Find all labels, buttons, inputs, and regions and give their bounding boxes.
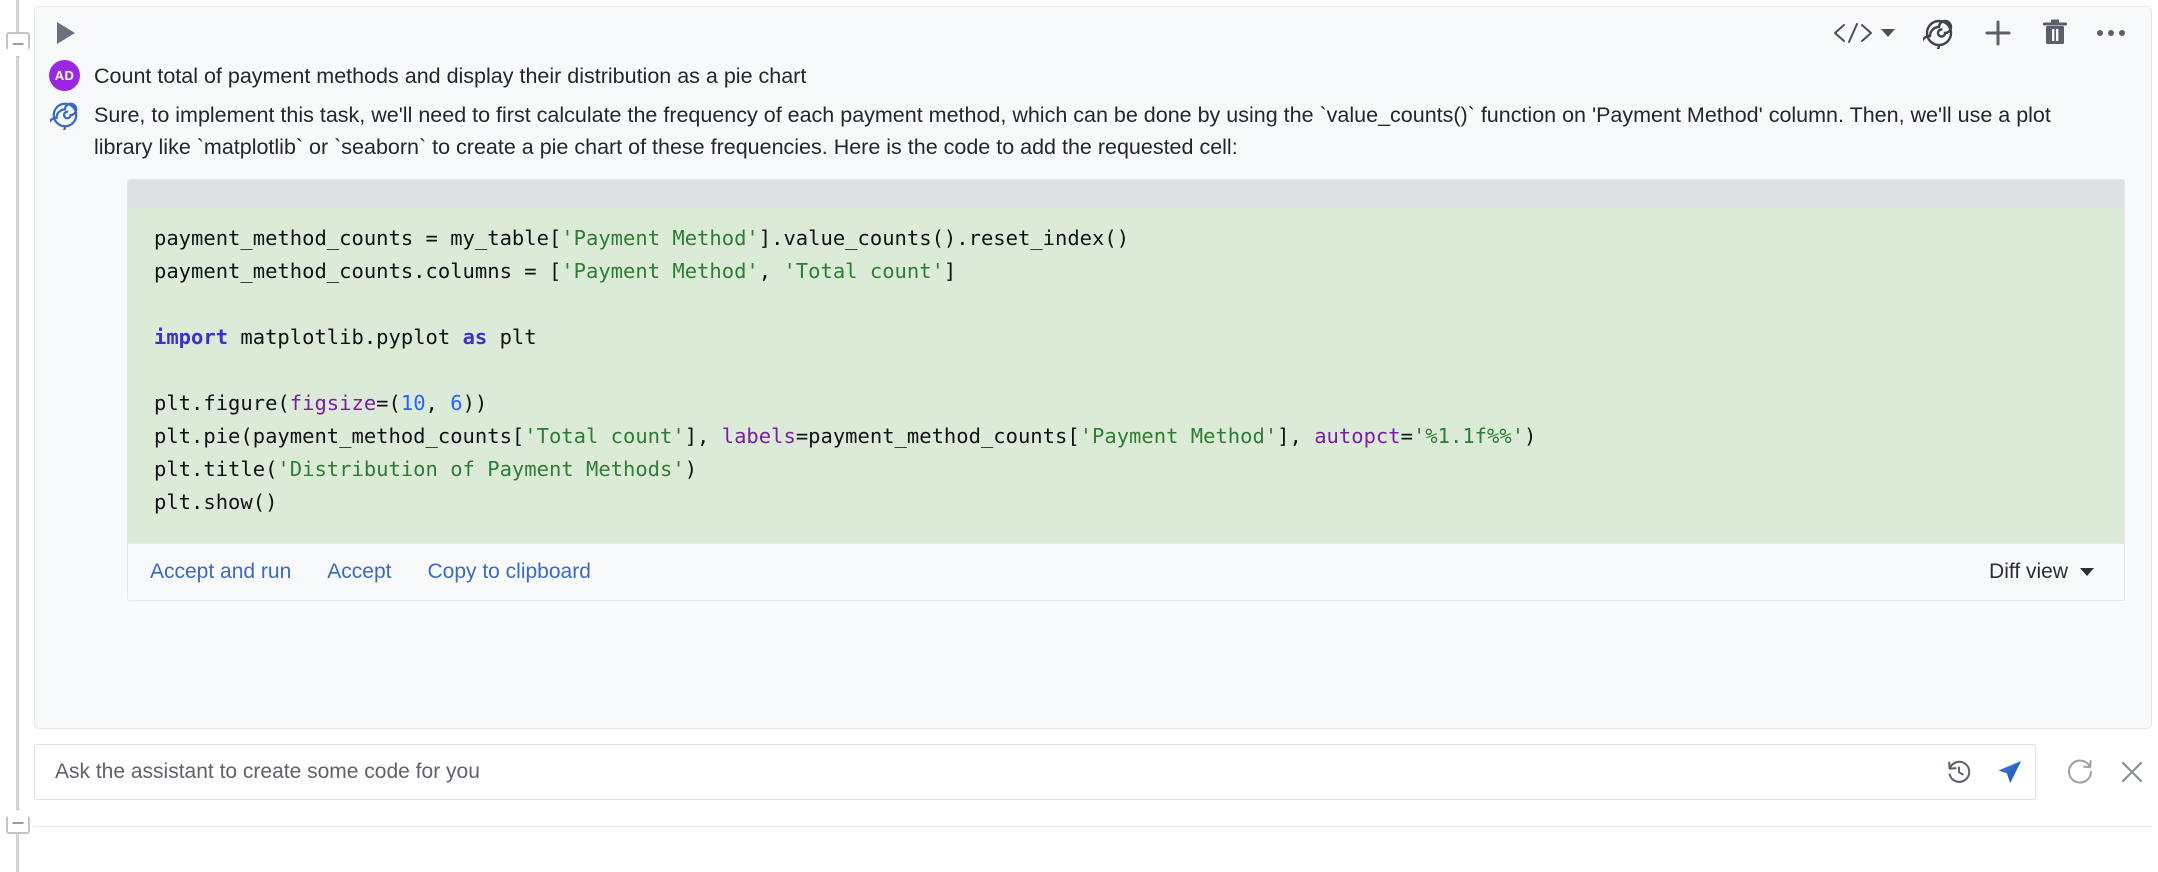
refresh-icon (2066, 757, 2096, 787)
copy-to-clipboard-button[interactable]: Copy to clipboard (427, 560, 590, 584)
conversation: AD Count total of payment methods and di… (35, 59, 2151, 163)
cell-toolbar (35, 7, 2151, 59)
collapse-marker-bottom[interactable] (6, 808, 30, 834)
left-gutter (0, 0, 34, 872)
prompt-side-actions (2036, 757, 2152, 787)
minus-icon (13, 822, 24, 824)
close-button[interactable] (2118, 758, 2146, 786)
prompt-input[interactable] (53, 759, 1931, 785)
history-icon (1945, 758, 1973, 786)
message-user: AD Count total of payment methods and di… (49, 59, 2125, 92)
prompt-input-container[interactable] (34, 744, 2036, 800)
code-actions: Accept and run Accept Copy to clipboard (128, 560, 591, 584)
diff-context-band (128, 180, 2124, 208)
suggested-code-card: payment_method_counts = my_table['Paymen… (127, 179, 2125, 601)
run-cell-button[interactable] (49, 16, 83, 50)
code-tag-icon (1832, 21, 1895, 45)
diff-view-dropdown[interactable]: Diff view (1989, 560, 2104, 584)
code-card-footer: Accept and run Accept Copy to clipboard … (128, 543, 2124, 600)
accept-and-run-button[interactable]: Accept and run (150, 560, 291, 584)
prompt-action-group (1931, 758, 2023, 786)
delete-cell-button[interactable] (2041, 18, 2069, 48)
plus-icon (1983, 18, 2013, 48)
minus-icon (13, 43, 24, 45)
history-button[interactable] (1945, 758, 1973, 786)
chevron-down-icon (2080, 568, 2094, 576)
jupyternaut-button[interactable] (1923, 17, 1955, 49)
code-format-dropdown[interactable] (1832, 21, 1895, 45)
more-options-button[interactable] (2097, 30, 2125, 36)
send-button[interactable] (1995, 758, 2023, 786)
toolbar-right-group (1832, 17, 2125, 49)
jupyternaut-spiral-icon (50, 100, 80, 130)
prompt-bar (34, 742, 2152, 802)
message-assistant: Sure, to implement this task, we'll need… (49, 98, 2125, 163)
user-message-text: Count total of payment methods and displ… (94, 59, 806, 92)
chevron-down-icon (1881, 29, 1895, 37)
avatar (49, 99, 80, 130)
gutter-rule (16, 0, 19, 872)
jupyternaut-spiral-icon (1923, 17, 1955, 49)
avatar: AD (49, 60, 80, 91)
play-icon (56, 21, 76, 45)
trash-icon (2041, 18, 2069, 48)
diff-view-label: Diff view (1989, 560, 2068, 584)
add-cell-button[interactable] (1983, 18, 2013, 48)
collapse-marker-top[interactable] (6, 32, 30, 58)
angle-brackets-icon (1832, 21, 1874, 45)
accept-button[interactable]: Accept (327, 560, 391, 584)
assistant-panel: AD Count total of payment methods and di… (34, 6, 2152, 729)
bottom-divider (34, 826, 2152, 827)
code-diff-added: payment_method_counts = my_table['Paymen… (128, 208, 2124, 543)
code-content[interactable]: payment_method_counts = my_table['Paymen… (128, 222, 2124, 519)
send-icon (1995, 758, 2023, 786)
refresh-button[interactable] (2066, 757, 2096, 787)
assistant-message-text: Sure, to implement this task, we'll need… (94, 98, 2114, 163)
ellipsis-icon (2097, 30, 2125, 36)
close-icon (2118, 758, 2146, 786)
